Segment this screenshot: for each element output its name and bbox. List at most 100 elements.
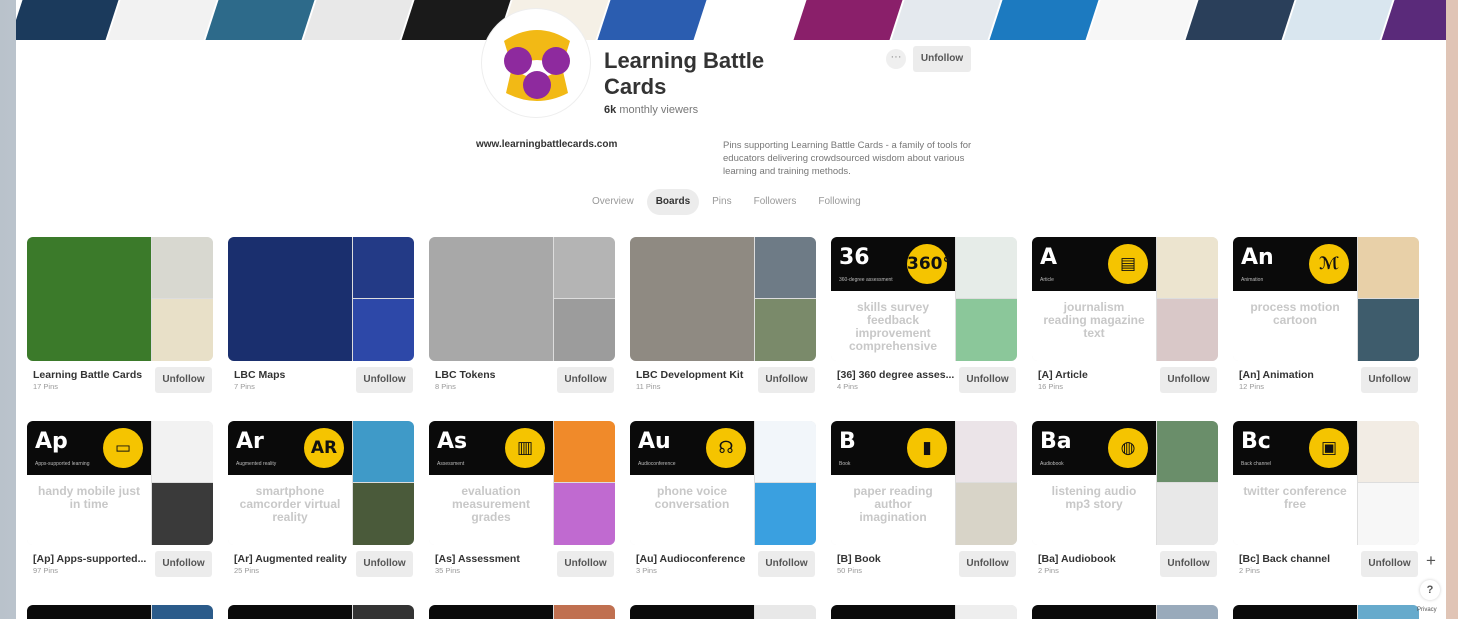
card-subtitle: Assessment	[437, 461, 465, 467]
board-pin-count: 2 Pins	[1038, 566, 1059, 575]
board-thumbnail[interactable]	[429, 605, 615, 619]
board-card[interactable]: LBC Maps 7 Pins Unfollow	[228, 237, 414, 393]
board-image-secondary	[353, 421, 414, 482]
board-thumbnail[interactable]: Au Audioconference ☊ phone voice conversati…	[630, 421, 816, 545]
board-thumbnail[interactable]: A Article ▤ journalism reading magazine tex…	[1032, 237, 1218, 361]
board-unfollow-button[interactable]: Unfollow	[557, 367, 614, 393]
tab-followers[interactable]: Followers	[745, 189, 806, 215]
cover-tile	[695, 0, 805, 40]
board-unfollow-button[interactable]: Unfollow	[155, 367, 212, 393]
privacy-link[interactable]: Privacy	[1417, 607, 1437, 613]
board-title: Learning Battle Cards	[33, 369, 143, 381]
board-thumbnail[interactable]	[27, 237, 213, 361]
board-thumbnail[interactable]	[1032, 605, 1218, 619]
help-button[interactable]: ?	[1420, 580, 1440, 600]
board-unfollow-button[interactable]: Unfollow	[356, 551, 413, 577]
board-card[interactable]: Bc Back channel ▣ twitter conference free [B…	[1233, 421, 1419, 577]
tab-pins[interactable]: Pins	[703, 189, 740, 215]
board-card[interactable]: Ar Augmented reality AR smartphone camcorde…	[228, 421, 414, 577]
board-image-secondary	[956, 237, 1017, 298]
board-image-tertiary	[956, 483, 1017, 545]
card-subtitle: Augmented reality	[236, 461, 277, 467]
battle-card-cover: A Article ▤ journalism reading magazine tex…	[1032, 237, 1156, 361]
battle-card-cover: An Animation ℳprocess motion cartoon	[1233, 237, 1357, 361]
board-image-secondary	[554, 421, 615, 482]
board-thumbnail[interactable]: Ba Audiobook ◍ listening audio mp3 story	[1032, 421, 1218, 545]
cover-tile	[597, 0, 707, 40]
board-card-partial[interactable]	[429, 605, 615, 619]
profile-website-link[interactable]: www.learningbattlecards.com	[476, 139, 617, 150]
board-thumbnail[interactable]: As Assessment ▥ evaluation measurement grad…	[429, 421, 615, 545]
board-image-main	[429, 237, 553, 361]
board-image-tertiary	[1157, 299, 1218, 361]
board-thumbnail[interactable]: B Book ▮ paper reading author imagination	[831, 421, 1017, 545]
board-card[interactable]: Learning Battle Cards 17 Pins Unfollow	[27, 237, 213, 393]
board-unfollow-button[interactable]: Unfollow	[356, 367, 413, 393]
board-unfollow-button[interactable]: Unfollow	[1160, 367, 1217, 393]
cover-tile	[1185, 0, 1295, 40]
board-card[interactable]: LBC Tokens 8 Pins Unfollow	[429, 237, 615, 393]
card-badge-icon: ▣	[1309, 428, 1349, 468]
board-card[interactable]: LBC Development Kit 11 Pins Unfollow	[630, 237, 816, 393]
board-card-partial[interactable]	[228, 605, 414, 619]
board-thumbnail[interactable]	[630, 605, 816, 619]
board-image-tertiary	[554, 483, 615, 545]
profile-tabs: Overview Boards Pins Followers Following	[583, 189, 870, 215]
board-thumbnail[interactable]	[27, 605, 213, 619]
board-thumbnail[interactable]: An Animation ℳprocess motion cartoon	[1233, 237, 1419, 361]
card-header: Ar Augmented reality AR	[228, 421, 352, 475]
board-card[interactable]: B Book ▮ paper reading author imagination [B…	[831, 421, 1017, 577]
board-image-secondary	[353, 237, 414, 298]
board-thumbnail[interactable]: 36 360-degree assessment 360° skills survey…	[831, 237, 1017, 361]
board-pin-count: 3 Pins	[636, 566, 657, 575]
board-thumbnail[interactable]	[831, 605, 1017, 619]
board-card[interactable]: 36 360-degree assessment 360° skills survey…	[831, 237, 1017, 393]
tab-overview[interactable]: Overview	[583, 189, 643, 215]
board-unfollow-button[interactable]: Unfollow	[155, 551, 212, 577]
cover-tile	[303, 0, 413, 40]
board-unfollow-button[interactable]: Unfollow	[1361, 551, 1418, 577]
board-image-main	[27, 237, 151, 361]
cover-tile	[1087, 0, 1197, 40]
tab-boards[interactable]: Boards	[646, 189, 700, 215]
board-thumbnail[interactable]	[228, 237, 414, 361]
board-thumbnail[interactable]: Ap Apps-supported learning ▭ handy mobile j…	[27, 421, 213, 545]
board-thumbnail[interactable]	[228, 605, 414, 619]
tab-following[interactable]: Following	[809, 189, 869, 215]
board-card[interactable]: A Article ▤ journalism reading magazine tex…	[1032, 237, 1218, 393]
board-unfollow-button[interactable]: Unfollow	[959, 367, 1016, 393]
board-title: [A] Article	[1038, 369, 1088, 381]
board-thumbnail[interactable]	[630, 237, 816, 361]
profile-avatar[interactable]	[481, 8, 591, 118]
board-unfollow-button[interactable]: Unfollow	[758, 551, 815, 577]
board-unfollow-button[interactable]: Unfollow	[1361, 367, 1418, 393]
board-card-partial[interactable]	[831, 605, 1017, 619]
board-unfollow-button[interactable]: Unfollow	[959, 551, 1016, 577]
board-card[interactable]: Ap Apps-supported learning ▭ handy mobile j…	[27, 421, 213, 577]
viewers-count: 6k	[604, 104, 617, 116]
board-card[interactable]: Au Audioconference ☊ phone voice conversati…	[630, 421, 816, 577]
board-thumbnail[interactable]: Ar Augmented reality AR smartphone camcorde…	[228, 421, 414, 545]
board-card[interactable]: Ba Audiobook ◍ listening audio mp3 story [Ba…	[1032, 421, 1218, 577]
profile-unfollow-button[interactable]: Unfollow	[913, 46, 971, 72]
add-pin-button[interactable]: +	[1422, 552, 1440, 570]
board-pin-count: 16 Pins	[1038, 382, 1064, 391]
board-image-secondary	[755, 421, 816, 482]
board-title: [Ar] Augmented reality	[234, 553, 347, 565]
board-unfollow-button[interactable]: Unfollow	[557, 551, 614, 577]
board-card[interactable]: As Assessment ▥ evaluation measurement grad…	[429, 421, 615, 577]
board-thumbnail[interactable]	[1233, 605, 1419, 619]
board-image-tertiary	[956, 299, 1017, 361]
board-image-main	[429, 605, 553, 619]
board-unfollow-button[interactable]: Unfollow	[758, 367, 815, 393]
board-card-partial[interactable]	[630, 605, 816, 619]
board-card-partial[interactable]	[27, 605, 213, 619]
board-unfollow-button[interactable]: Unfollow	[1160, 551, 1217, 577]
more-options-button[interactable]: ···	[886, 49, 906, 69]
board-thumbnail[interactable]: Bc Back channel ▣ twitter conference free	[1233, 421, 1419, 545]
board-card[interactable]: An Animation ℳprocess motion cartoon [An] A…	[1233, 237, 1419, 393]
board-title: [B] Book	[837, 553, 881, 565]
board-card-partial[interactable]	[1032, 605, 1218, 619]
board-thumbnail[interactable]	[429, 237, 615, 361]
board-card-partial[interactable]	[1233, 605, 1419, 619]
